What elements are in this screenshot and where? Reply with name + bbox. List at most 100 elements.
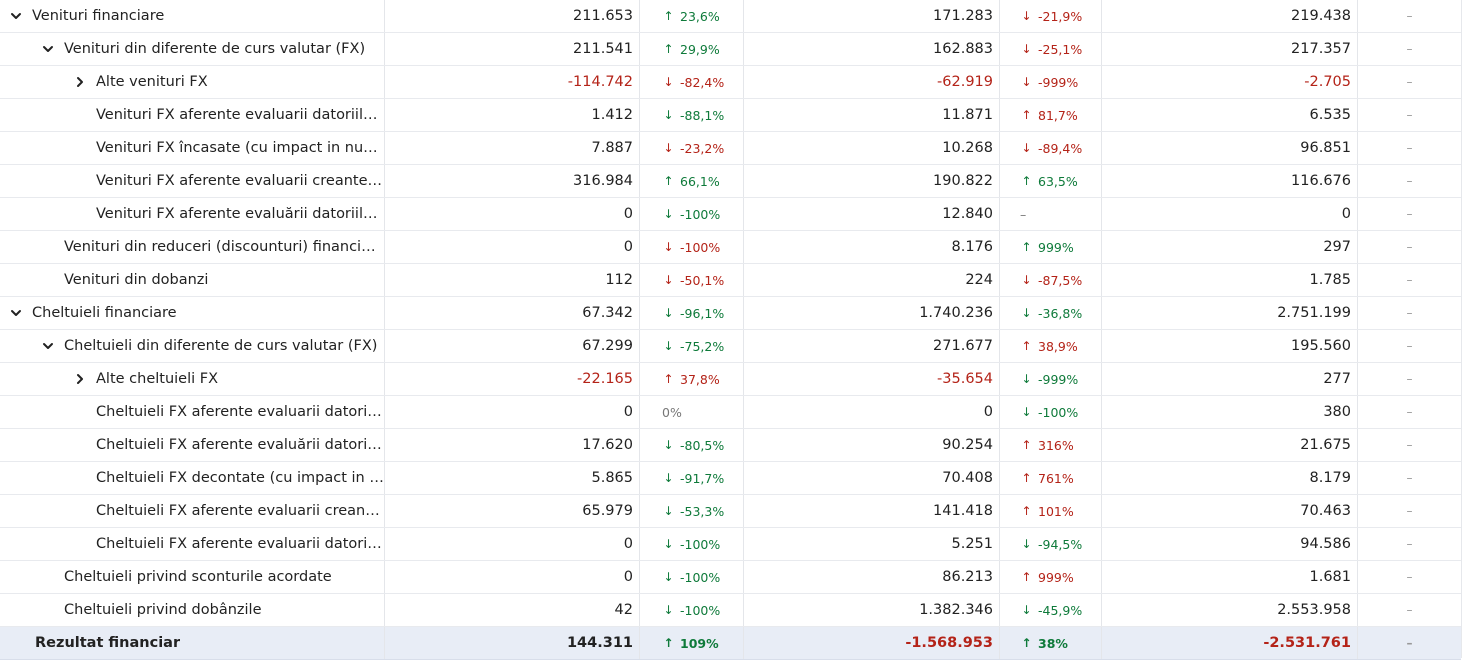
table-row[interactable]: Cheltuieli din diferente de curs valutar…	[0, 330, 1461, 363]
row-label: Venituri financiare	[32, 8, 165, 24]
table-row[interactable]: Venituri financiare 211.653 ↑ 23,6% 171.283 ↓…	[0, 0, 1461, 33]
arrow-down-icon: ↓	[663, 603, 674, 617]
percent-change-cell: ↑ 81,7%	[1000, 99, 1102, 131]
arrow-down-icon: ↓	[663, 471, 674, 485]
value-cell: 96.851	[1102, 132, 1358, 164]
arrow-down-icon: ↓	[1021, 42, 1032, 56]
chevron-right-icon[interactable]	[71, 370, 89, 388]
percent-change-cell: ↓ -89,4%	[1000, 132, 1102, 164]
arrow-down-icon: ↓	[663, 570, 674, 584]
value-cell: 195.560	[1102, 330, 1358, 362]
row-label: Alte cheltuieli FX	[96, 371, 219, 387]
empty-cell: –	[1406, 9, 1413, 23]
chevron-down-icon[interactable]	[39, 337, 57, 355]
arrow-up-icon: ↑	[1021, 570, 1032, 584]
value-cell: 65.979	[385, 495, 640, 527]
value-cell: -35.654	[744, 363, 1000, 395]
row-label-cell: Cheltuieli FX aferente evaluării datorii…	[0, 429, 385, 461]
percent-change-cell: ↓ -23,2%	[640, 132, 744, 164]
chevron-down-icon[interactable]	[7, 304, 25, 322]
arrow-up-icon: ↑	[1021, 504, 1032, 518]
empty-cell: –	[1406, 141, 1413, 155]
value-cell: 1.681	[1102, 561, 1358, 593]
percent-value: -999%	[1038, 371, 1079, 387]
value-cell: 211.541	[385, 33, 640, 65]
arrow-down-icon: ↓	[1021, 603, 1032, 617]
row-label-cell: Venituri din dobanzi	[0, 264, 385, 296]
percent-change-cell: ↑ 66,1%	[640, 165, 744, 197]
percent-value: 63,5%	[1038, 173, 1078, 189]
percent-value: -94,5%	[1038, 536, 1083, 552]
percent-value: -36,8%	[1038, 305, 1083, 321]
row-label-cell: Venituri financiare	[0, 0, 385, 32]
value-cell: 0	[385, 561, 640, 593]
table-row: Venituri din dobanzi 112 ↓ -50,1% 224 ↓ -87,5%…	[0, 264, 1461, 297]
value-cell: 5.251	[744, 528, 1000, 560]
empty-cell: –	[1406, 636, 1413, 650]
percent-change-cell: ↓ -100%	[640, 528, 744, 560]
row-label-cell: Alte cheltuieli FX	[0, 363, 385, 395]
percent-value: 999%	[1038, 569, 1074, 585]
value-cell: 141.418	[744, 495, 1000, 527]
value-cell: 219.438	[1102, 0, 1358, 32]
arrow-up-icon: ↑	[1021, 438, 1032, 452]
chevron-right-icon[interactable]	[71, 73, 89, 91]
chevron-down-icon[interactable]	[39, 40, 57, 58]
table-row: Cheltuieli FX decontate (cu impact in n.…	[0, 462, 1461, 495]
value-cell: 8.176	[744, 231, 1000, 263]
value-cell: 0	[1102, 198, 1358, 230]
chevron-down-icon[interactable]	[7, 7, 25, 25]
table-row: Cheltuieli FX aferente evaluarii datorii…	[0, 396, 1461, 429]
percent-change-cell: –	[1000, 198, 1102, 230]
percent-value: 29,9%	[680, 41, 720, 57]
row-label: Cheltuieli FX aferente evaluarii datorii…	[96, 536, 384, 552]
row-label: Venituri FX încasate (cu impact in num..…	[96, 140, 384, 156]
row-label-cell: Venituri FX aferente evaluării datoriilo…	[0, 198, 385, 230]
percent-change-cell: ↓ -25,1%	[1000, 33, 1102, 65]
row-label: Venituri din dobanzi	[64, 272, 209, 288]
arrow-down-icon: ↓	[663, 273, 674, 287]
value-cell: 0	[385, 528, 640, 560]
row-label-cell: Cheltuieli FX aferente evaluarii datorii…	[0, 528, 385, 560]
value-cell: 0	[385, 198, 640, 230]
empty-cell: –	[1406, 273, 1413, 287]
table-row[interactable]: Alte cheltuieli FX -22.165 ↑ 37,8% -35.654 ↓ -…	[0, 363, 1461, 396]
percent-value: -100%	[1038, 404, 1079, 420]
percent-value: 999%	[1038, 239, 1074, 255]
percent-value: 38%	[1038, 635, 1068, 651]
table-row[interactable]: Cheltuieli financiare 67.342 ↓ -96,1% 1.740.…	[0, 297, 1461, 330]
value-cell: 86.213	[744, 561, 1000, 593]
percent-value: -999%	[1038, 74, 1079, 90]
value-cell: 94.586	[1102, 528, 1358, 560]
value-cell: 42	[385, 594, 640, 626]
percent-value: -75,2%	[680, 338, 725, 354]
empty-cell: –	[1406, 372, 1413, 386]
empty-cell: –	[1406, 405, 1413, 419]
empty-cell: –	[1406, 504, 1413, 518]
percent-change-cell: ↓ -88,1%	[640, 99, 744, 131]
table-row[interactable]: Alte venituri FX -114.742 ↓ -82,4% -62.919 ↓ -…	[0, 66, 1461, 99]
percent-value: -91,7%	[680, 470, 725, 486]
percent-value: -53,3%	[680, 503, 725, 519]
table-row: Venituri FX aferente evaluarii datoriilo…	[0, 99, 1461, 132]
percent-change-cell: ↓ -75,2%	[640, 330, 744, 362]
percent-change-cell: ↓ -100%	[1000, 396, 1102, 428]
arrow-up-icon: ↑	[1021, 339, 1032, 353]
empty-cell: –	[1406, 174, 1413, 188]
empty-cell: –	[1406, 471, 1413, 485]
table-row[interactable]: Venituri din diferente de curs valutar (…	[0, 33, 1461, 66]
row-label-cell: Venituri din reduceri (discounturi) fina…	[0, 231, 385, 263]
row-label: Alte venituri FX	[96, 74, 208, 90]
value-cell: 10.268	[744, 132, 1000, 164]
value-cell: -114.742	[385, 66, 640, 98]
row-label: Cheltuieli financiare	[32, 305, 177, 321]
percent-value: 81,7%	[1038, 107, 1078, 123]
percent-change-cell: ↓ -45,9%	[1000, 594, 1102, 626]
percent-change-cell: 0%	[640, 396, 744, 428]
percent-change-cell: ↑ 999%	[1000, 231, 1102, 263]
value-cell: 1.382.346	[744, 594, 1000, 626]
value-cell: 0	[385, 396, 640, 428]
percent-change-cell: ↑ 37,8%	[640, 363, 744, 395]
percent-value: -100%	[680, 602, 721, 618]
row-label-cell: Cheltuieli FX aferente evaluarii creante…	[0, 495, 385, 527]
